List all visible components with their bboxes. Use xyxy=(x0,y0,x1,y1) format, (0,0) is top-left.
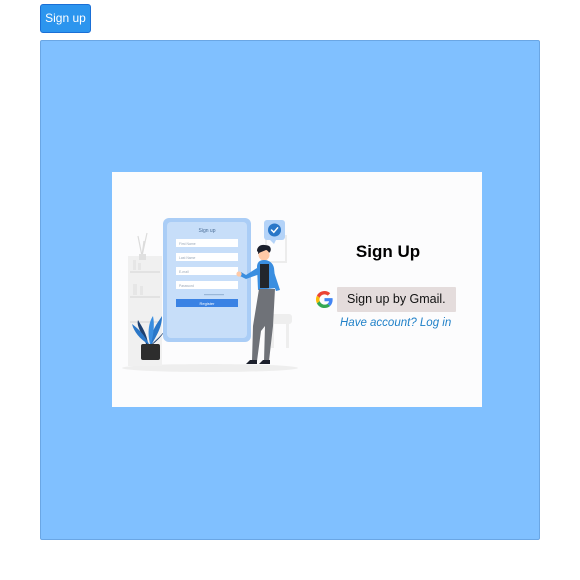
gmail-signup-button[interactable]: Sign up by Gmail. xyxy=(337,286,456,312)
svg-text:Register: Register xyxy=(200,301,216,306)
google-signup-row: Sign up by Gmail. xyxy=(316,286,456,312)
svg-text:E-mail: E-mail xyxy=(179,270,189,274)
svg-text:First Name: First Name xyxy=(179,242,196,246)
svg-text:Last Name: Last Name xyxy=(179,256,196,260)
svg-text:Sign up: Sign up xyxy=(199,228,216,234)
modal-title: Sign Up xyxy=(355,242,421,261)
open-signup-button[interactable]: Sign up xyxy=(40,4,91,33)
svg-text:Password: Password xyxy=(179,284,194,288)
modal-overlay: Sign up First Name Last Name E-mail Pass… xyxy=(40,40,540,540)
signup-illustration: Sign up First Name Last Name E-mail Pass… xyxy=(122,218,298,372)
page: Sign up Sign up First Name Last Name E-m… xyxy=(0,0,580,580)
signup-modal: Sign up First Name Last Name E-mail Pass… xyxy=(112,172,482,407)
google-icon[interactable] xyxy=(316,290,333,308)
signup-form-panel: Sign Up Sign up by Gmail. Have account? … xyxy=(294,172,482,407)
login-link[interactable]: Have account? Log in xyxy=(340,317,451,329)
